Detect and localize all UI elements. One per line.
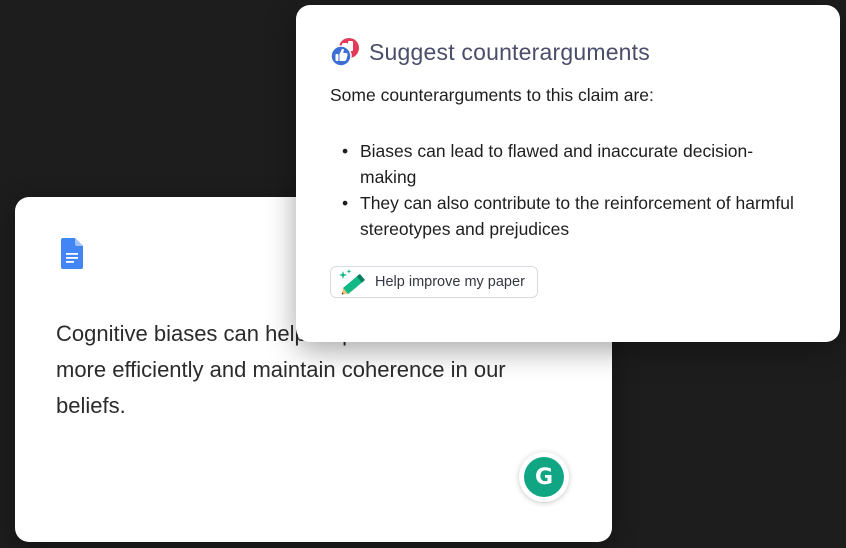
- grammarly-button[interactable]: G: [519, 452, 569, 502]
- grammarly-icon: G: [524, 457, 564, 497]
- suggestion-card: Suggest counterarguments Some counterarg…: [296, 5, 840, 342]
- pencil-sparkle-icon: [339, 269, 365, 295]
- suggestion-header: Suggest counterarguments: [331, 37, 650, 67]
- counterargument-list: • Biases can lead to flawed and inaccura…: [338, 138, 808, 242]
- list-item: • They can also contribute to the reinfo…: [338, 190, 808, 242]
- suggestion-title: Suggest counterarguments: [369, 38, 650, 65]
- bullet-icon: •: [342, 141, 349, 161]
- thumbs-up-down-icon: [331, 38, 359, 67]
- google-docs-icon: [61, 238, 83, 269]
- list-item-text: Biases can lead to flawed and inaccurate…: [360, 141, 754, 187]
- list-item-text: They can also contribute to the reinforc…: [360, 193, 794, 239]
- bullet-icon: •: [342, 193, 349, 213]
- suggestion-intro: Some counterarguments to this claim are:: [330, 85, 654, 105]
- list-item: • Biases can lead to flawed and inaccura…: [338, 138, 808, 190]
- help-improve-paper-button[interactable]: Help improve my paper: [330, 266, 538, 298]
- help-improve-paper-label: Help improve my paper: [375, 274, 525, 290]
